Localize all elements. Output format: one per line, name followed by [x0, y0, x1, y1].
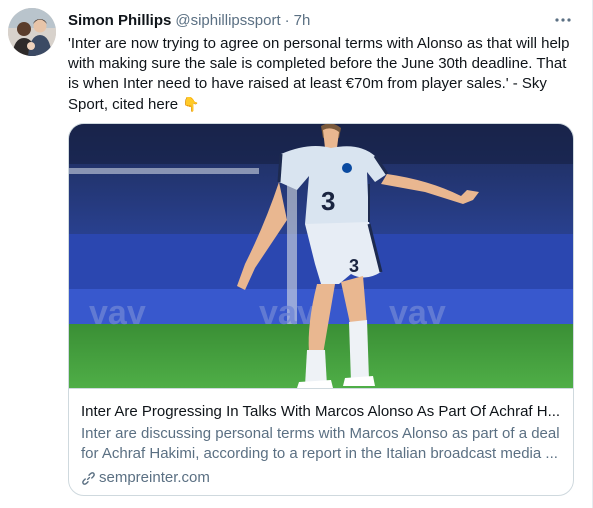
link-icon [82, 471, 95, 485]
more-dots-icon[interactable] [554, 11, 572, 29]
tweet-text: 'Inter are now trying to agree on person… [68, 34, 578, 115]
svg-text:3: 3 [321, 186, 335, 216]
card-domain[interactable]: sempreinter.com [81, 468, 561, 488]
svg-text:vav: vav [89, 294, 146, 332]
card-domain-text[interactable]: sempreinter.com [99, 468, 210, 488]
card-image[interactable]: vav vav vav 3 3 [69, 124, 573, 389]
tweet[interactable]: Simon Phillips @siphillipssport · 7h 'In… [0, 0, 593, 508]
display-name[interactable]: Simon Phillips [68, 12, 171, 29]
card-title[interactable]: Inter Are Progressing In Talks With Marc… [81, 402, 561, 422]
svg-text:vav: vav [389, 294, 446, 332]
tweet-header: Simon Phillips @siphillipssport · 7h [68, 10, 572, 30]
tweet-body: 'Inter are now trying to agree on person… [68, 35, 574, 113]
card-description: Inter are discussing personal terms with… [81, 425, 560, 462]
link-card[interactable]: vav vav vav 3 3 Inter Are Progressing In… [68, 123, 574, 496]
card-body[interactable]: Inter Are Progressing In Talks With Marc… [69, 389, 573, 488]
separator-dot: · [284, 11, 290, 29]
pointing-down-emoji: 👇 [182, 96, 200, 112]
avatar[interactable] [8, 8, 56, 56]
svg-text:3: 3 [349, 256, 359, 276]
user-handle[interactable]: @siphillipssport [175, 12, 280, 29]
football-player-photo: vav vav vav 3 3 [69, 124, 573, 388]
timestamp[interactable]: 7h [294, 12, 311, 29]
profile-photo-icon [8, 8, 56, 56]
svg-text:vav: vav [259, 294, 316, 332]
